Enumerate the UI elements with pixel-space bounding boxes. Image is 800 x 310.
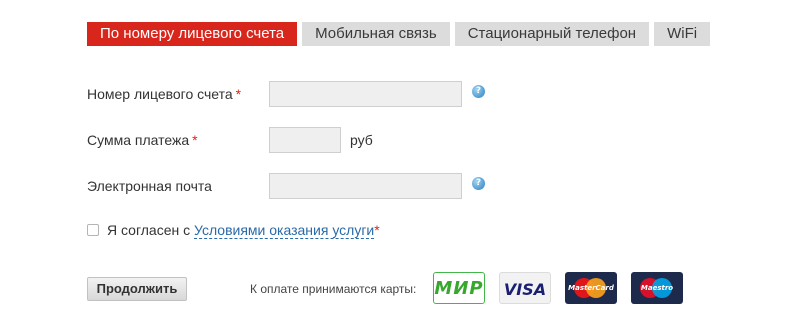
mir-card-logo: МИР — [433, 272, 485, 304]
terms-link[interactable]: Условиями оказания услуги — [194, 222, 375, 239]
account-required-mark: * — [235, 86, 242, 102]
agreement-text: Я согласен с — [107, 222, 191, 238]
amount-label: Сумма платежа * — [87, 132, 198, 148]
amount-input[interactable] — [269, 127, 341, 153]
payment-method-tabs: По номеру лицевого счета Мобильная связь… — [87, 22, 711, 46]
account-help-icon[interactable]: ? — [472, 85, 485, 98]
accepted-cards-label: К оплате принимаются карты: — [250, 282, 417, 296]
agreement-checkbox[interactable] — [87, 224, 99, 236]
email-input[interactable] — [269, 173, 462, 199]
visa-card-logo: VISA — [499, 272, 551, 304]
agreement-row: Я согласен с Условиями оказания услуги* — [87, 222, 380, 239]
mastercard-logo: MasterCard — [565, 272, 617, 304]
account-label: Номер лицевого счета * — [87, 86, 241, 102]
amount-required-mark: * — [192, 132, 198, 148]
tab-wifi[interactable]: WiFi — [654, 22, 711, 46]
mastercard-logo-text: MasterCard — [568, 284, 614, 292]
tab-mobile[interactable]: Мобильная связь — [302, 22, 450, 46]
account-number-input[interactable] — [269, 81, 462, 107]
account-label-text: Номер лицевого счета — [87, 86, 233, 102]
continue-button[interactable]: Продолжить — [87, 277, 187, 301]
maestro-logo: Maestro — [631, 272, 683, 304]
currency-unit: руб — [350, 132, 373, 148]
amount-label-text: Сумма платежа — [87, 132, 190, 148]
maestro-logo-text: Maestro — [640, 284, 674, 292]
mir-logo-text: МИР — [434, 278, 484, 299]
email-help-icon[interactable]: ? — [472, 177, 485, 190]
visa-logo-text: VISA — [503, 280, 547, 299]
tab-account-number[interactable]: По номеру лицевого счета — [87, 22, 298, 46]
email-label: Электронная почта — [87, 178, 212, 194]
tab-landline[interactable]: Стационарный телефон — [454, 22, 650, 46]
agreement-required-mark: * — [374, 222, 380, 238]
